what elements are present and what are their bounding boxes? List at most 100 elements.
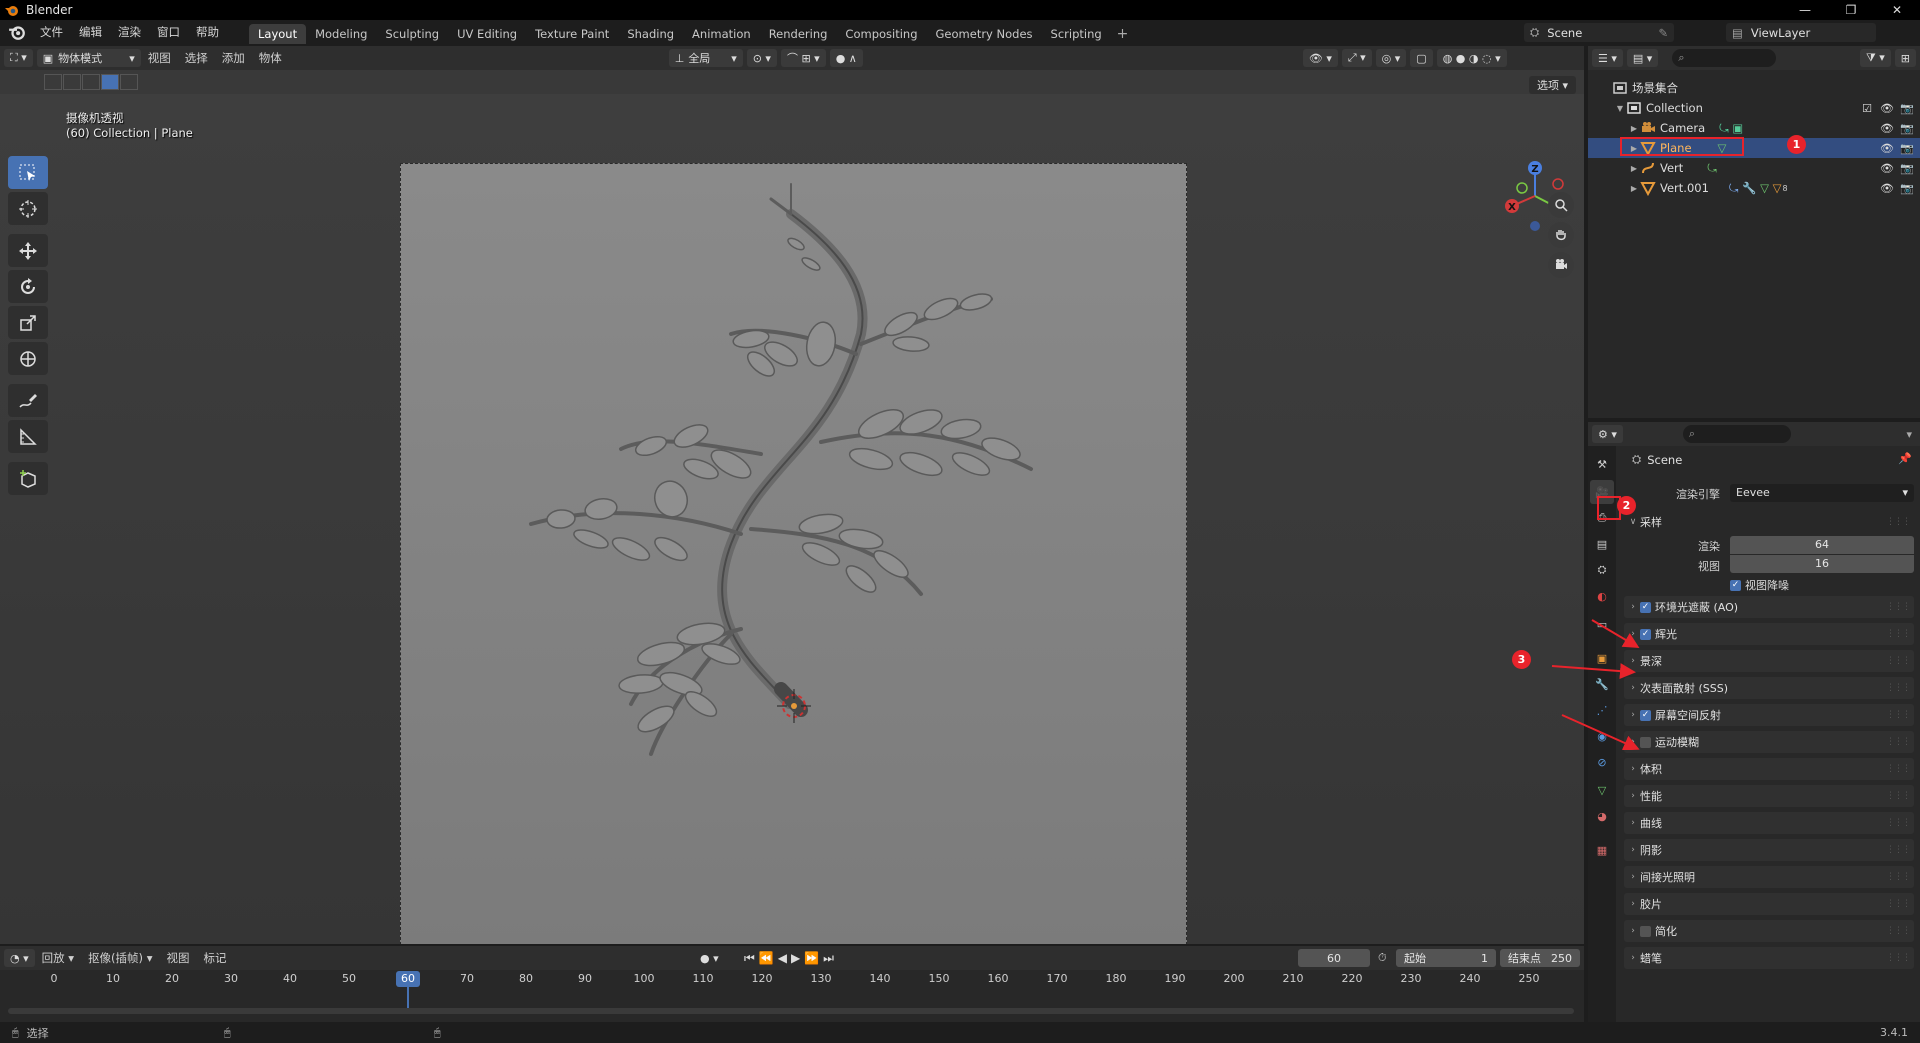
add-workspace-icon[interactable]: + [1111, 24, 1135, 44]
panel-checkbox[interactable]: ✓ [1640, 628, 1651, 640]
tab-shading[interactable]: Shading [618, 24, 683, 44]
panel-5[interactable]: › 运动模糊 ⋮⋮⋮ [1624, 731, 1914, 753]
collapse-arrow-icon[interactable]: ▼ [1614, 104, 1626, 113]
pivot-point-button[interactable]: ⊙ ▾ [746, 49, 777, 67]
outliner-editor-type-button[interactable]: ☰ ▾ [1592, 49, 1623, 67]
drag-handle-icon[interactable]: ⋮⋮⋮ [1886, 737, 1911, 747]
panel-3[interactable]: › 次表面散射 (SSS) ⋮⋮⋮ [1624, 677, 1914, 699]
drag-handle-icon[interactable]: ⋮⋮⋮ [1886, 926, 1911, 936]
camera-render-icon[interactable]: 📷 [1900, 162, 1914, 175]
drag-handle-icon[interactable]: ⋮⋮⋮ [1886, 953, 1911, 963]
end-frame-field[interactable]: 结束点 250 [1500, 949, 1580, 967]
panel-0[interactable]: › ✓ 环境光遮蔽 (AO) ⋮⋮⋮ [1624, 596, 1914, 618]
panel-12[interactable]: › 简化 ⋮⋮⋮ [1624, 920, 1914, 942]
xray-button[interactable]: ▢ [1410, 49, 1433, 67]
expand-arrow-icon[interactable]: ▶ [1628, 164, 1640, 173]
expand-arrow-icon[interactable]: ▶ [1628, 184, 1640, 193]
curve-data-icon[interactable]: ⤿ [1707, 161, 1717, 176]
properties-editor-type-button[interactable]: ⚙ ▾ [1592, 425, 1623, 443]
panel-8[interactable]: › 曲线 ⋮⋮⋮ [1624, 812, 1914, 834]
drag-handle-icon[interactable]: ⋮⋮⋮ [1886, 872, 1911, 882]
camera-render-icon[interactable]: 📷 [1900, 102, 1914, 115]
outliner-scene-collection[interactable]: 场景集合 [1588, 78, 1920, 98]
tab-modeling[interactable]: Modeling [306, 24, 376, 44]
panel-2[interactable]: › 景深 ⋮⋮⋮ [1624, 650, 1914, 672]
select-box-tool[interactable] [8, 156, 48, 189]
drag-handle-icon[interactable]: ⋮⋮⋮ [1886, 818, 1911, 828]
select-invert-icon[interactable] [101, 74, 119, 90]
camera-view-icon[interactable] [1548, 252, 1574, 278]
viewport-samples-field[interactable]: 16 [1730, 555, 1914, 573]
close-button[interactable]: ✕ [1874, 0, 1920, 20]
select-extend-icon[interactable] [63, 74, 81, 90]
select-new-icon[interactable] [44, 74, 62, 90]
restore-button[interactable]: ❐ [1828, 0, 1874, 20]
render-engine-dropdown[interactable]: Eevee ▾ [1730, 484, 1914, 502]
tab-constraints[interactable]: ⊘ [1590, 750, 1614, 774]
tab-sculpting[interactable]: Sculpting [376, 24, 448, 44]
add-cube-tool[interactable] [8, 462, 48, 495]
editor-type-button[interactable]: ⛶ ▾ [4, 49, 33, 67]
gizmo-toggle-button[interactable]: ⤢ ▾ [1341, 49, 1372, 67]
mode-dropdown[interactable]: ▣ 物体模式 ▾ [36, 49, 141, 67]
pin-icon[interactable]: 📌 [1898, 452, 1912, 465]
timeline-editor-type-button[interactable]: ◔ ▾ [4, 949, 35, 967]
panel-13[interactable]: › 蜡笔 ⋮⋮⋮ [1624, 947, 1914, 969]
new-collection-button[interactable]: ⊞ [1894, 49, 1916, 67]
stopwatch-icon[interactable]: ⏱ [1378, 951, 1387, 965]
menu-select[interactable]: 选择 [178, 50, 215, 66]
playhead-frame[interactable]: 60 [396, 971, 420, 987]
drag-handle-icon[interactable]: ⋮⋮⋮ [1886, 683, 1911, 693]
start-frame-field[interactable]: 起始 1 [1396, 949, 1496, 967]
menu-add[interactable]: 添加 [215, 50, 252, 66]
transform-tool[interactable] [8, 342, 48, 375]
tab-texture[interactable]: ▦ [1590, 838, 1614, 862]
eye-icon[interactable]: 👁 [1880, 162, 1894, 175]
viewport-denoise-checkbox[interactable]: ✓ 视图降噪 [1730, 577, 1789, 593]
panel-checkbox[interactable] [1640, 736, 1651, 748]
snap-button[interactable]: ⌒ ⊞ ▾ [780, 49, 826, 67]
eye-icon[interactable]: 👁 [1880, 142, 1894, 155]
zoom-icon[interactable] [1548, 192, 1574, 218]
measure-tool[interactable] [8, 420, 48, 453]
pan-hand-icon[interactable] [1548, 222, 1574, 248]
outliner-item-vert[interactable]: ▶ Vert ⤿ 👁 📷 [1588, 158, 1920, 178]
annotate-tool[interactable] [8, 384, 48, 417]
panel-9[interactable]: › 阴影 ⋮⋮⋮ [1624, 839, 1914, 861]
rotate-tool[interactable] [8, 270, 48, 303]
record-button[interactable]: ● ▾ [700, 952, 719, 965]
proportional-edit-button[interactable]: ● ∧ [829, 49, 863, 67]
outliner-item-camera[interactable]: ▶ Camera ⤿ ▣ 👁 📷 [1588, 118, 1920, 138]
marker-menu[interactable]: 标记 [196, 950, 233, 966]
transform-orientation-dropdown[interactable]: ⊥ 全局 ▾ [668, 49, 743, 67]
eye-icon[interactable]: 👁 [1880, 102, 1894, 115]
tab-uv-editing[interactable]: UV Editing [448, 24, 526, 44]
tab-data[interactable]: ▽ [1590, 778, 1614, 802]
menu-view[interactable]: 视图 [141, 50, 178, 66]
shading-modes[interactable]: ◍ ● ◑ ◌ ▾ [1436, 49, 1507, 67]
drag-handle-icon[interactable]: ⋮⋮⋮ [1886, 845, 1911, 855]
panel-1[interactable]: › ✓ 辉光 ⋮⋮⋮ [1624, 623, 1914, 645]
menu-file[interactable]: 文件 [32, 20, 71, 44]
overlay-toggle-button[interactable]: ◎ ▾ [1375, 49, 1407, 67]
menu-edit[interactable]: 编辑 [71, 20, 110, 44]
drag-handle-icon[interactable]: ⋮⋮⋮ [1886, 602, 1911, 612]
expand-arrow-icon[interactable]: ▶ [1628, 124, 1640, 133]
tab-texture-paint[interactable]: Texture Paint [526, 24, 618, 44]
options-button[interactable]: 选项 ▾ [1528, 76, 1576, 94]
scale-tool[interactable] [8, 306, 48, 339]
tab-animation[interactable]: Animation [683, 24, 760, 44]
select-intersect-icon[interactable] [120, 74, 138, 90]
menu-object[interactable]: 物体 [252, 50, 289, 66]
menu-help[interactable]: 帮助 [188, 20, 227, 44]
drag-handle-icon[interactable]: ⋮⋮⋮ [1886, 629, 1911, 639]
playback-menu[interactable]: 回放 ▾ [35, 950, 81, 966]
tab-material[interactable]: ◕ [1590, 804, 1614, 828]
drag-handle-icon[interactable]: ⋮⋮⋮ [1886, 764, 1911, 774]
drag-handle-icon[interactable]: ⋮⋮⋮ [1886, 899, 1911, 909]
drag-handle-icon[interactable]: ⋮⋮⋮ [1886, 656, 1911, 666]
camera-render-icon[interactable]: 📷 [1900, 182, 1914, 195]
visibility-button[interactable]: 👁 ▾ [1302, 49, 1338, 67]
panel-11[interactable]: › 胶片 ⋮⋮⋮ [1624, 893, 1914, 915]
properties-search-input[interactable]: ⌕ [1682, 425, 1791, 443]
